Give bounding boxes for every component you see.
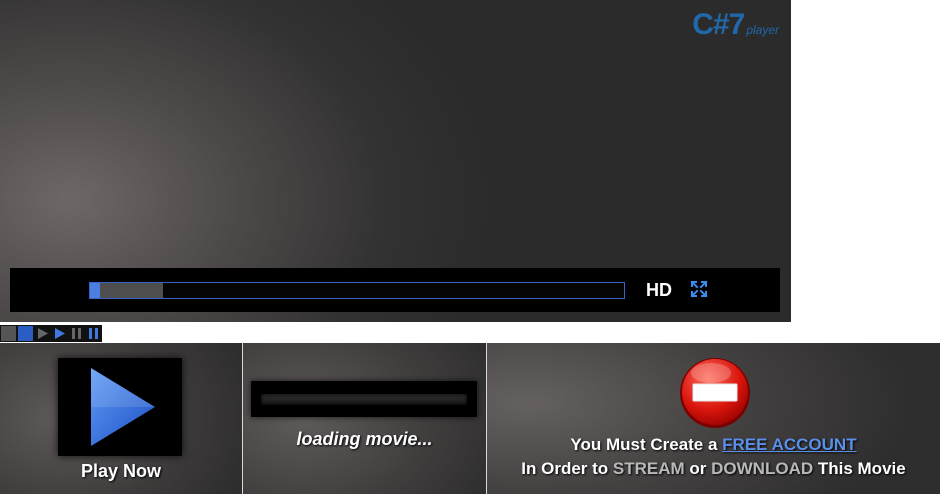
account-panel: You Must Create a FREE ACCOUNT In Order … xyxy=(487,343,940,494)
account-line-2: In Order to STREAM or DOWNLOAD This Movi… xyxy=(487,459,940,479)
play-icon-dark xyxy=(34,325,51,342)
account-text: In Order to xyxy=(521,459,613,478)
loading-bar xyxy=(251,381,477,417)
hd-button[interactable]: HD xyxy=(646,280,672,301)
sprite-gray xyxy=(0,325,17,342)
sprite-strip xyxy=(0,325,102,342)
pause-icon-dark xyxy=(68,325,85,342)
play-icon-blue xyxy=(51,325,68,342)
play-button[interactable] xyxy=(58,358,182,456)
stream-text: STREAM xyxy=(612,459,685,478)
player-logo: C#7 player xyxy=(692,8,779,42)
played-fill xyxy=(90,283,100,298)
video-player[interactable]: C#7 player HD xyxy=(0,0,791,322)
seek-bar[interactable] xyxy=(89,282,625,299)
free-account-link[interactable]: FREE ACCOUNT xyxy=(722,435,856,454)
loading-bar-track xyxy=(261,394,467,405)
play-now-panel[interactable]: Play Now xyxy=(0,343,242,494)
loading-panel: loading movie... xyxy=(243,343,486,494)
account-text: or xyxy=(684,459,712,478)
buffer-fill xyxy=(90,283,163,298)
play-icon xyxy=(91,368,155,446)
pause-icon-blue xyxy=(85,325,102,342)
account-line-1: You Must Create a FREE ACCOUNT xyxy=(487,435,940,455)
download-text: DOWNLOAD xyxy=(711,459,814,478)
logo-sub-text: player xyxy=(746,23,779,37)
stop-icon xyxy=(680,358,750,428)
account-text: This Movie xyxy=(813,459,906,478)
control-bar: HD xyxy=(10,268,780,312)
sprite-blue xyxy=(17,325,34,342)
fullscreen-icon[interactable] xyxy=(690,280,708,298)
play-now-label[interactable]: Play Now xyxy=(0,461,242,482)
logo-main-text: C#7 xyxy=(692,8,745,41)
account-text: You Must Create a xyxy=(570,435,723,454)
loading-label: loading movie... xyxy=(296,429,433,449)
